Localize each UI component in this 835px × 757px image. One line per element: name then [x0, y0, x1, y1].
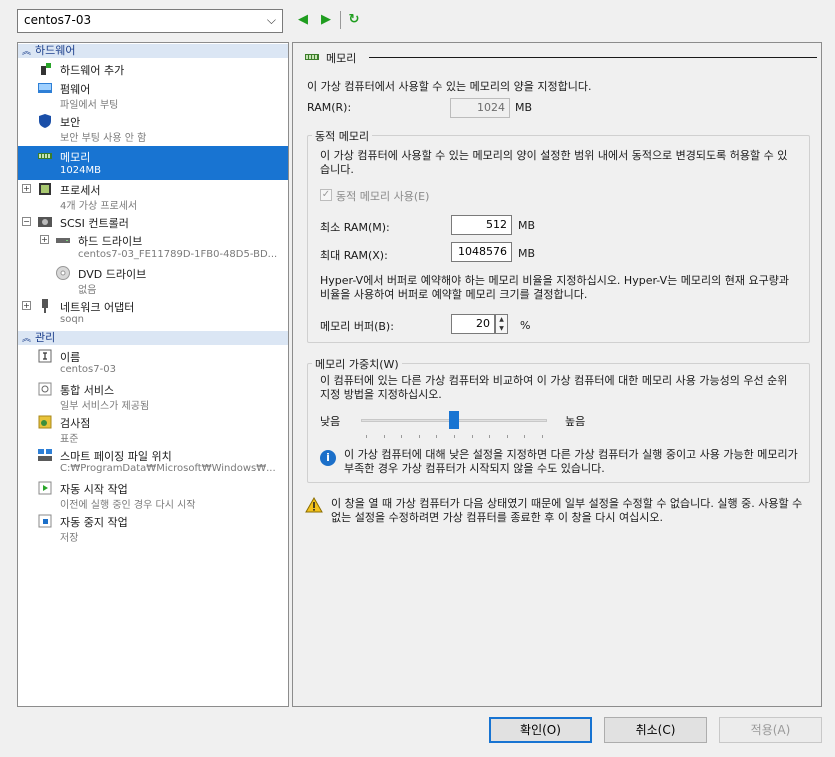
slider-tick: [401, 435, 402, 438]
tree-item-processor[interactable]: + 프로세서 4개 가상 프로세서: [18, 180, 288, 212]
vm-selector-dropdown[interactable]: centos7-03 ⌵: [17, 9, 283, 33]
buffer-spinner[interactable]: ▲ ▼: [495, 314, 508, 334]
tree-item-dvd-drive[interactable]: DVD 드라이브 없음: [18, 264, 288, 296]
firmware-icon: [38, 83, 52, 93]
forward-arrow-icon[interactable]: ▶: [318, 11, 334, 29]
collapse-icon[interactable]: −: [22, 217, 31, 226]
slider-tick: [366, 435, 367, 438]
tree-item-firmware[interactable]: 펌웨어 파일에서 부팅: [18, 79, 288, 111]
slider-tick: [489, 435, 490, 438]
memory-weight-title: 메모리 가중치(W): [312, 356, 402, 372]
min-ram-input[interactable]: 512: [451, 215, 512, 235]
memory-weight-slider[interactable]: [361, 411, 547, 443]
ram-input[interactable]: 1024: [450, 98, 510, 118]
tree-item-network-adapter[interactable]: + 네트워크 어댑터 soqn: [18, 297, 288, 329]
expand-icon[interactable]: +: [40, 235, 49, 244]
memory-icon: [305, 54, 319, 60]
tree-item-memory[interactable]: 메모리 1024MB: [18, 146, 288, 180]
auto-start-icon: [38, 481, 52, 495]
buffer-description: Hyper-V에서 버퍼로 예약해야 하는 메모리 비율을 지정하십시오. Hy…: [320, 274, 789, 301]
memory-weight-info: 이 가상 컴퓨터에 대해 낮은 설정을 지정하면 다른 가상 컴퓨터가 실행 중…: [344, 448, 798, 475]
ram-label: RAM(R):: [307, 101, 352, 114]
buffer-input[interactable]: 20: [451, 314, 495, 334]
dynamic-memory-checkbox[interactable]: ✓: [320, 189, 332, 201]
slider-tick: [384, 435, 385, 438]
tree-item-scsi-controller[interactable]: − SCSI 컨트롤러: [18, 213, 288, 230]
spin-down-icon[interactable]: ▼: [496, 324, 507, 333]
max-ram-label: 최대 RAM(X):: [320, 249, 388, 262]
settings-tree: ︽ 하드웨어 하드웨어 추가 펌웨어 파일에서 부팅 보안 보안 부팅 사용 안 …: [17, 42, 289, 707]
slider-tick: [454, 435, 455, 438]
add-hardware-icon: [41, 63, 51, 75]
management-section-header[interactable]: ︽ 관리: [18, 331, 288, 345]
shield-icon: [39, 114, 51, 128]
spin-up-icon[interactable]: ▲: [496, 315, 507, 324]
info-icon: i: [320, 450, 336, 466]
section-rule: [369, 57, 817, 58]
slider-tick: [542, 435, 543, 438]
dynamic-memory-checkbox-label: 동적 메모리 사용(E): [336, 190, 430, 203]
settings-warning: 이 창을 열 때 가상 컴퓨터가 다음 상태였기 때문에 일부 설정을 수정할 …: [331, 497, 803, 524]
tree-item-auto-stop[interactable]: 자동 중지 작업 저장: [18, 512, 288, 544]
expand-icon[interactable]: +: [22, 184, 31, 193]
memory-icon: [38, 153, 52, 159]
max-ram-unit: MB: [518, 247, 536, 260]
dynamic-memory-title: 동적 메모리: [312, 128, 373, 144]
tree-item-security[interactable]: 보안 보안 부팅 사용 안 함: [18, 112, 288, 144]
collapse-icon[interactable]: ︽: [22, 47, 31, 57]
tree-item-smart-paging[interactable]: 스마트 페이징 파일 위치 C:₩ProgramData₩Microsoft₩W…: [18, 446, 288, 478]
memory-description: 이 가상 컴퓨터에서 사용할 수 있는 메모리의 양을 지정합니다.: [307, 80, 592, 93]
toolbar-separator: [340, 11, 341, 29]
tree-item-hard-drive[interactable]: + 하드 드라이브 centos7-03_FE11789D-1FB0-48D5-…: [18, 231, 288, 263]
buffer-unit: %: [520, 319, 531, 332]
network-adapter-icon: [42, 299, 48, 313]
tree-item-add-hardware[interactable]: 하드웨어 추가: [18, 60, 288, 77]
slider-tick: [436, 435, 437, 438]
slider-tick: [524, 435, 525, 438]
ram-unit: MB: [515, 101, 533, 114]
auto-stop-icon: [38, 514, 52, 528]
slider-tick: [507, 435, 508, 438]
weight-low-label: 낮음: [320, 415, 341, 428]
dynamic-memory-description: 이 가상 컴퓨터에 사용할 수 있는 메모리의 양이 설정한 범위 내에서 동적…: [320, 149, 788, 176]
refresh-icon[interactable]: ↻: [346, 11, 362, 29]
hardware-section-header[interactable]: ︽ 하드웨어: [18, 44, 288, 58]
tree-item-auto-start[interactable]: 자동 시작 작업 이전에 실행 중인 경우 다시 시작: [18, 479, 288, 511]
settings-panel: 메모리 이 가상 컴퓨터에서 사용할 수 있는 메모리의 양을 지정합니다. R…: [292, 42, 822, 707]
ok-button[interactable]: 확인(O): [489, 717, 592, 743]
processor-icon: [39, 183, 51, 195]
cancel-button[interactable]: 취소(C): [604, 717, 707, 743]
memory-weight-description: 이 컴퓨터에 있는 다른 가상 컴퓨터와 비교하여 이 가상 컴퓨터에 대한 메…: [320, 374, 788, 401]
chevron-down-icon: ⌵: [266, 13, 276, 27]
smart-paging-icon: [38, 449, 52, 461]
min-ram-unit: MB: [518, 219, 536, 232]
expand-icon[interactable]: +: [22, 301, 31, 310]
slider-tick: [472, 435, 473, 438]
max-ram-input[interactable]: 1048576: [451, 242, 512, 262]
vm-selector-value: centos7-03: [24, 13, 92, 27]
warning-icon: [305, 497, 323, 513]
buffer-label: 메모리 버퍼(B):: [320, 320, 394, 333]
scsi-controller-icon: [38, 217, 52, 227]
section-title: 메모리: [326, 52, 357, 65]
slider-tick: [419, 435, 420, 438]
checkpoint-icon: [38, 415, 52, 429]
tree-item-name[interactable]: 이름 centos7-03: [18, 347, 288, 379]
name-icon: [38, 349, 52, 363]
apply-button[interactable]: 적용(A): [719, 717, 822, 743]
slider-thumb[interactable]: [449, 411, 459, 429]
weight-high-label: 높음: [565, 415, 586, 428]
dvd-drive-icon: [56, 266, 70, 280]
min-ram-label: 최소 RAM(M):: [320, 221, 390, 234]
tree-item-integration-services[interactable]: 통합 서비스 일부 서비스가 제공됨: [18, 380, 288, 412]
integration-services-icon: [38, 382, 52, 396]
hard-drive-icon: [56, 238, 70, 243]
back-arrow-icon[interactable]: ◀: [295, 11, 311, 29]
collapse-icon[interactable]: ︽: [22, 334, 31, 344]
tree-item-checkpoints[interactable]: 검사점 표준: [18, 413, 288, 445]
